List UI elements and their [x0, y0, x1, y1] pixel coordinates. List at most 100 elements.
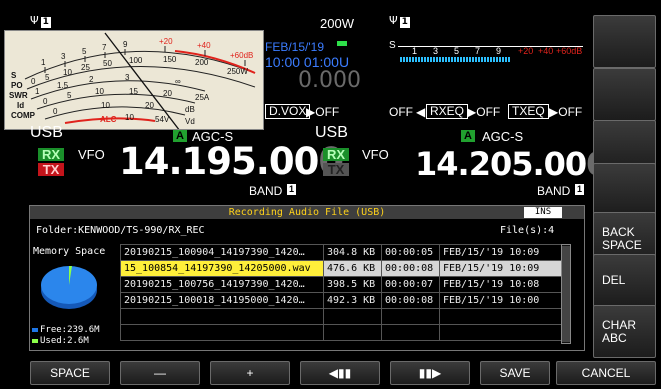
- sub-agc: AGC-S: [482, 129, 524, 144]
- meter-id-10: 10: [95, 87, 104, 96]
- file-duration: 00:00:08: [381, 260, 440, 277]
- meter-s-60: +60dB: [230, 51, 254, 60]
- file-count: File(s):4: [500, 225, 555, 236]
- memory-space-label: Memory Space: [33, 246, 106, 257]
- meter-id-5: 5: [67, 91, 72, 100]
- meter-comp-db: dB: [185, 105, 195, 114]
- sub-band-label: BAND: [537, 184, 571, 198]
- save-button[interactable]: SAVE: [480, 361, 550, 385]
- meter-swr-inf: ∞: [175, 77, 181, 86]
- side-key-4[interactable]: [593, 163, 656, 216]
- meter-alc-label: ALC: [100, 115, 117, 124]
- meter-vd-54: 54V: [155, 115, 170, 124]
- meter-comp-10: 10: [101, 101, 110, 110]
- char-abc-button[interactable]: CHAR ABC: [593, 305, 656, 358]
- side-key-1[interactable]: [593, 15, 656, 68]
- file-date: FEB/15/'19 10:09: [439, 260, 562, 277]
- file-duration: 00:00:05: [381, 244, 440, 261]
- file-name: 20190215_100904_14197390_1420…: [120, 244, 324, 261]
- dvox-state: ▶OFF: [306, 105, 340, 119]
- antenna-number-right: 1: [399, 17, 410, 28]
- sub-agc-indicator: A: [461, 130, 475, 142]
- analog-meter: S PO SWR Id COMP 1 3 5 7 9 +20 +40 +60dB…: [4, 30, 264, 130]
- sub-s-tick-60: +60dB: [556, 46, 583, 56]
- rxeq-label[interactable]: RXEQ: [426, 104, 469, 119]
- file-duration: 00:00:08: [381, 292, 440, 309]
- minus-button[interactable]: —: [120, 361, 200, 385]
- file-name: 20190215_100018_14195000_1420…: [120, 292, 324, 309]
- memory-used: Used:2.6M: [32, 336, 89, 346]
- meter-id-25: 25A: [195, 93, 210, 102]
- main-band-label: BAND: [249, 184, 283, 198]
- rxeq-state: ▶OFF: [467, 105, 501, 119]
- file-size: 398.5 KB: [323, 276, 382, 293]
- rxeq-arrow-icon: ◀: [416, 105, 426, 119]
- meter-po-0: 0: [31, 77, 36, 86]
- meter-id-15: 15: [129, 87, 138, 96]
- side-key-2[interactable]: [593, 68, 656, 121]
- meter-label-s: S: [11, 71, 17, 80]
- meter-po-200: 200: [195, 58, 209, 67]
- rxeq-off-label: OFF: [389, 105, 413, 119]
- meter-comp-20: 20: [145, 101, 154, 110]
- meter-vd-label: Vd: [185, 117, 195, 126]
- memory-pie-chart: [41, 265, 97, 309]
- main-frequency: 14.195.000: [119, 140, 344, 183]
- battery-icon: [337, 41, 347, 46]
- file-table: 20190215_100904_14197390_1420… 304.8 KB …: [120, 244, 562, 341]
- space-button[interactable]: SPACE: [30, 361, 110, 385]
- meter-s-1: 1: [41, 58, 46, 67]
- plus-button[interactable]: +: [210, 361, 290, 385]
- sub-tx-indicator: TX: [323, 163, 349, 176]
- scrollbar-thumb[interactable]: [562, 246, 570, 342]
- table-row[interactable]: 20190215_100904_14197390_1420… 304.8 KB …: [120, 244, 562, 261]
- memory-free: Free:239.6M: [32, 325, 100, 335]
- table-row-empty: [120, 308, 562, 325]
- meter-label-po: PO: [11, 81, 23, 90]
- sub-s-tick-5: 5: [454, 46, 460, 56]
- file-duration: 00:00:07: [381, 276, 440, 293]
- cursor-right-button[interactable]: ▮▮▶: [390, 361, 470, 385]
- table-row[interactable]: 20190215_100756_14197390_1420… 398.5 KB …: [120, 276, 562, 293]
- sub-s-scale: 1 3 5 7 9 +20 +40 +60dB: [398, 38, 583, 64]
- antenna-icon-left: Ψ1: [30, 14, 51, 28]
- txeq-label[interactable]: TXEQ: [508, 104, 549, 119]
- delete-button[interactable]: DEL: [593, 254, 656, 307]
- meter-po-25: 25: [81, 63, 90, 72]
- ins-indicator: INS: [524, 207, 562, 218]
- meter-po-250: 250W: [227, 67, 248, 76]
- meter-s-9: 9: [123, 40, 128, 49]
- meter-swr-15: 1.5: [57, 81, 69, 90]
- file-date: FEB/15/'19 10:09: [439, 244, 562, 261]
- sub-s-tick-3: 3: [433, 46, 439, 56]
- file-size: 492.3 KB: [323, 292, 382, 309]
- sub-mode: USB: [315, 124, 348, 141]
- sub-s-bar: [400, 57, 510, 62]
- file-list-scrollbar[interactable]: [561, 244, 571, 344]
- sub-s-tick-9: 9: [496, 46, 502, 56]
- meter-po-50: 50: [103, 59, 112, 68]
- main-rx-indicator: RX: [38, 148, 64, 161]
- meter-po-5: 5: [45, 73, 50, 82]
- main-vfo-label: VFO: [78, 147, 105, 162]
- meter-po-10: 10: [63, 68, 72, 77]
- meter-id-0: 0: [43, 97, 48, 106]
- cancel-button[interactable]: CANCEL: [556, 361, 656, 385]
- meter-label-swr: SWR: [9, 91, 28, 100]
- table-row[interactable]: 20190215_100018_14195000_1420… 492.3 KB …: [120, 292, 562, 309]
- dvox-label[interactable]: D.VOX: [265, 104, 311, 119]
- meter-s-20: +20: [159, 37, 173, 46]
- meter-s-7: 7: [102, 43, 107, 52]
- file-name: 15_100854_14197390_14205000.wav: [120, 260, 324, 277]
- file-date: FEB/15/'19 10:00: [439, 292, 562, 309]
- table-row-selected[interactable]: 15_100854_14197390_14205000.wav 476.6 KB…: [120, 260, 562, 277]
- meter-label-comp: COMP: [11, 111, 35, 120]
- antenna-icon-right: Ψ1: [389, 14, 410, 28]
- meter-swr-3: 3: [125, 73, 130, 82]
- sub-band-number: 1: [575, 184, 585, 195]
- counter-readout: 0.000: [298, 68, 361, 93]
- cursor-left-button[interactable]: ◀▮▮: [300, 361, 380, 385]
- sub-s-tick-1: 1: [412, 46, 418, 56]
- file-size: 304.8 KB: [323, 244, 382, 261]
- sub-s-tick-20: +20: [518, 46, 534, 56]
